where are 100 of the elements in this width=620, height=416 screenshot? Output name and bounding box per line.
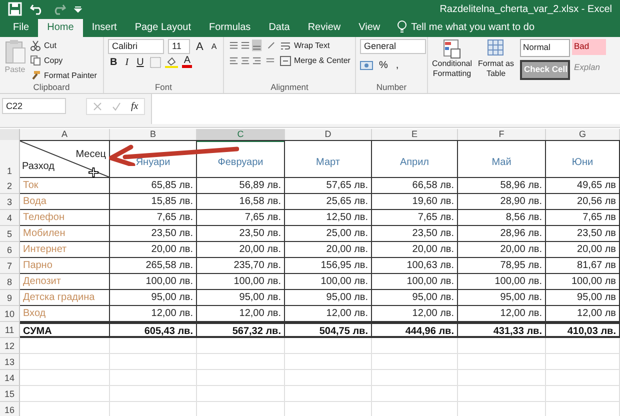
amount-cell: 7,65 лв. <box>110 210 197 226</box>
copy-button[interactable]: Copy <box>30 54 97 67</box>
row-header[interactable]: 3 <box>0 194 20 210</box>
amount-cell: 20,00 лв. <box>372 242 458 258</box>
format-as-table-button[interactable]: Format as Table <box>476 39 516 92</box>
row-header[interactable]: 8 <box>0 274 20 290</box>
undo-icon[interactable] <box>30 3 44 15</box>
row-header[interactable]: 13 <box>0 354 20 370</box>
expense-label: Вода <box>20 194 110 210</box>
redo-icon[interactable] <box>52 3 66 15</box>
ribbon-tab[interactable]: File <box>4 19 38 37</box>
amount-cell: 12,00 лв. <box>110 306 197 322</box>
currency-icon[interactable] <box>360 60 373 71</box>
month-header: Май <box>458 140 546 178</box>
ribbon-tab[interactable]: Home <box>38 19 83 37</box>
month-header: Януари <box>110 140 197 178</box>
row-header[interactable]: 15 <box>0 386 20 402</box>
amount-cell: 20,56 лв <box>546 194 620 210</box>
month-header: Февруари <box>197 140 285 178</box>
amount-cell: 12,00 лв <box>546 306 620 322</box>
row-header[interactable]: 4 <box>0 210 20 226</box>
ribbon-tab[interactable]: Insert <box>82 19 126 37</box>
font-family-dropdown[interactable]: Calibri <box>108 39 164 54</box>
format-painter-button[interactable]: Format Painter <box>30 69 97 82</box>
font-color-button[interactable]: A <box>182 56 192 68</box>
ribbon-tab[interactable]: Data <box>260 19 299 37</box>
row-header[interactable]: 5 <box>0 226 20 242</box>
comma-style-button[interactable]: , <box>394 60 401 71</box>
copy-icon <box>30 55 41 66</box>
formula-input[interactable] <box>151 94 620 124</box>
scissors-icon <box>30 40 41 51</box>
row-header[interactable]: 11 <box>0 322 20 338</box>
expense-label: Вход <box>20 306 110 322</box>
column-header[interactable]: C <box>197 129 285 142</box>
column-header[interactable]: D <box>285 129 372 141</box>
row-header[interactable]: 7 <box>0 258 20 274</box>
merge-center-button[interactable]: Merge & Center <box>280 54 350 67</box>
month-header: Април <box>372 140 458 178</box>
expense-label: Мобилен <box>20 226 110 242</box>
check-icon[interactable] <box>112 102 121 111</box>
column-header[interactable]: G <box>546 129 620 141</box>
amount-cell: 78,95 лв. <box>458 258 546 274</box>
amount-cell: 25,00 лв. <box>285 226 372 242</box>
amount-cell: 95,00 лв. <box>458 290 546 306</box>
row-header[interactable]: 10 <box>0 306 20 322</box>
shrink-font-button[interactable]: A <box>209 42 219 51</box>
name-box[interactable]: C22 <box>2 98 66 114</box>
customize-toolbar-icon[interactable] <box>74 5 82 13</box>
row-header[interactable]: 2 <box>0 178 20 194</box>
row-header[interactable]: 14 <box>0 370 20 386</box>
amount-cell: 8,56 лв. <box>458 210 546 226</box>
column-header[interactable]: E <box>372 129 458 141</box>
amount-cell: 49,65 лв <box>546 178 620 194</box>
amount-cell: 95,00 лв. <box>197 290 285 306</box>
insert-function-button[interactable]: fx <box>131 101 138 112</box>
amount-cell: 65,85 лв. <box>110 178 197 194</box>
bold-button[interactable]: B <box>108 56 120 68</box>
expense-label: Телефон <box>20 210 110 226</box>
italic-button[interactable]: I <box>123 56 131 68</box>
row-header[interactable]: 1 <box>0 140 20 179</box>
conditional-formatting-button[interactable]: Conditional Formatting <box>432 39 472 92</box>
amount-cell: 23,50 лв. <box>110 226 197 242</box>
ribbon-tab[interactable]: Page Layout <box>126 19 200 37</box>
row-header[interactable]: 9 <box>0 290 20 306</box>
tell-me-search[interactable]: Tell me what you want to do <box>411 22 535 37</box>
group-label: Alignment <box>270 82 310 92</box>
save-icon[interactable] <box>8 2 22 16</box>
fill-color-icon[interactable] <box>164 56 178 68</box>
cancel-icon[interactable] <box>93 102 102 111</box>
percent-button[interactable]: % <box>377 60 390 71</box>
ribbon-tab[interactable]: View <box>350 19 390 37</box>
underline-button[interactable]: U <box>134 56 146 68</box>
amount-cell: 7,65 лв. <box>197 210 285 226</box>
move-cursor-icon <box>88 167 99 178</box>
column-header[interactable]: A <box>20 129 110 141</box>
row-header[interactable]: 12 <box>0 338 20 354</box>
amount-cell: 100,00 лв. <box>372 274 458 290</box>
row-header[interactable]: 6 <box>0 242 20 258</box>
cut-button[interactable]: Cut <box>30 39 97 52</box>
total-label: СУМА <box>20 322 110 338</box>
number-format-dropdown[interactable]: General <box>360 39 426 54</box>
column-header[interactable]: F <box>458 129 546 141</box>
amount-cell: 100,00 лв. <box>110 274 197 290</box>
merge-icon <box>280 56 291 66</box>
font-size-dropdown[interactable]: 11 <box>168 39 190 54</box>
cell-style-swatch[interactable]: Normal <box>520 39 570 57</box>
cell-style-swatch[interactable]: Explan <box>572 60 606 76</box>
amount-cell: 20,00 лв. <box>197 242 285 258</box>
row-header[interactable]: 16 <box>0 402 20 416</box>
borders-icon[interactable] <box>150 56 161 68</box>
window-title: Razdelitelna_cherta_var_2.xlsx - Excel <box>440 4 612 14</box>
ribbon-tab[interactable]: Formulas <box>200 19 260 37</box>
amount-cell: 81,67 лв <box>546 258 620 274</box>
ribbon-tab[interactable]: Review <box>298 19 350 37</box>
wrap-text-button[interactable]: Wrap Text <box>280 39 350 52</box>
total-cell: 431,33 лв. <box>458 322 546 338</box>
cell-style-swatch[interactable]: Bad <box>572 39 606 55</box>
grow-font-button[interactable]: A <box>194 40 206 52</box>
wrap-text-icon <box>280 40 291 50</box>
column-header[interactable]: B <box>110 129 197 141</box>
